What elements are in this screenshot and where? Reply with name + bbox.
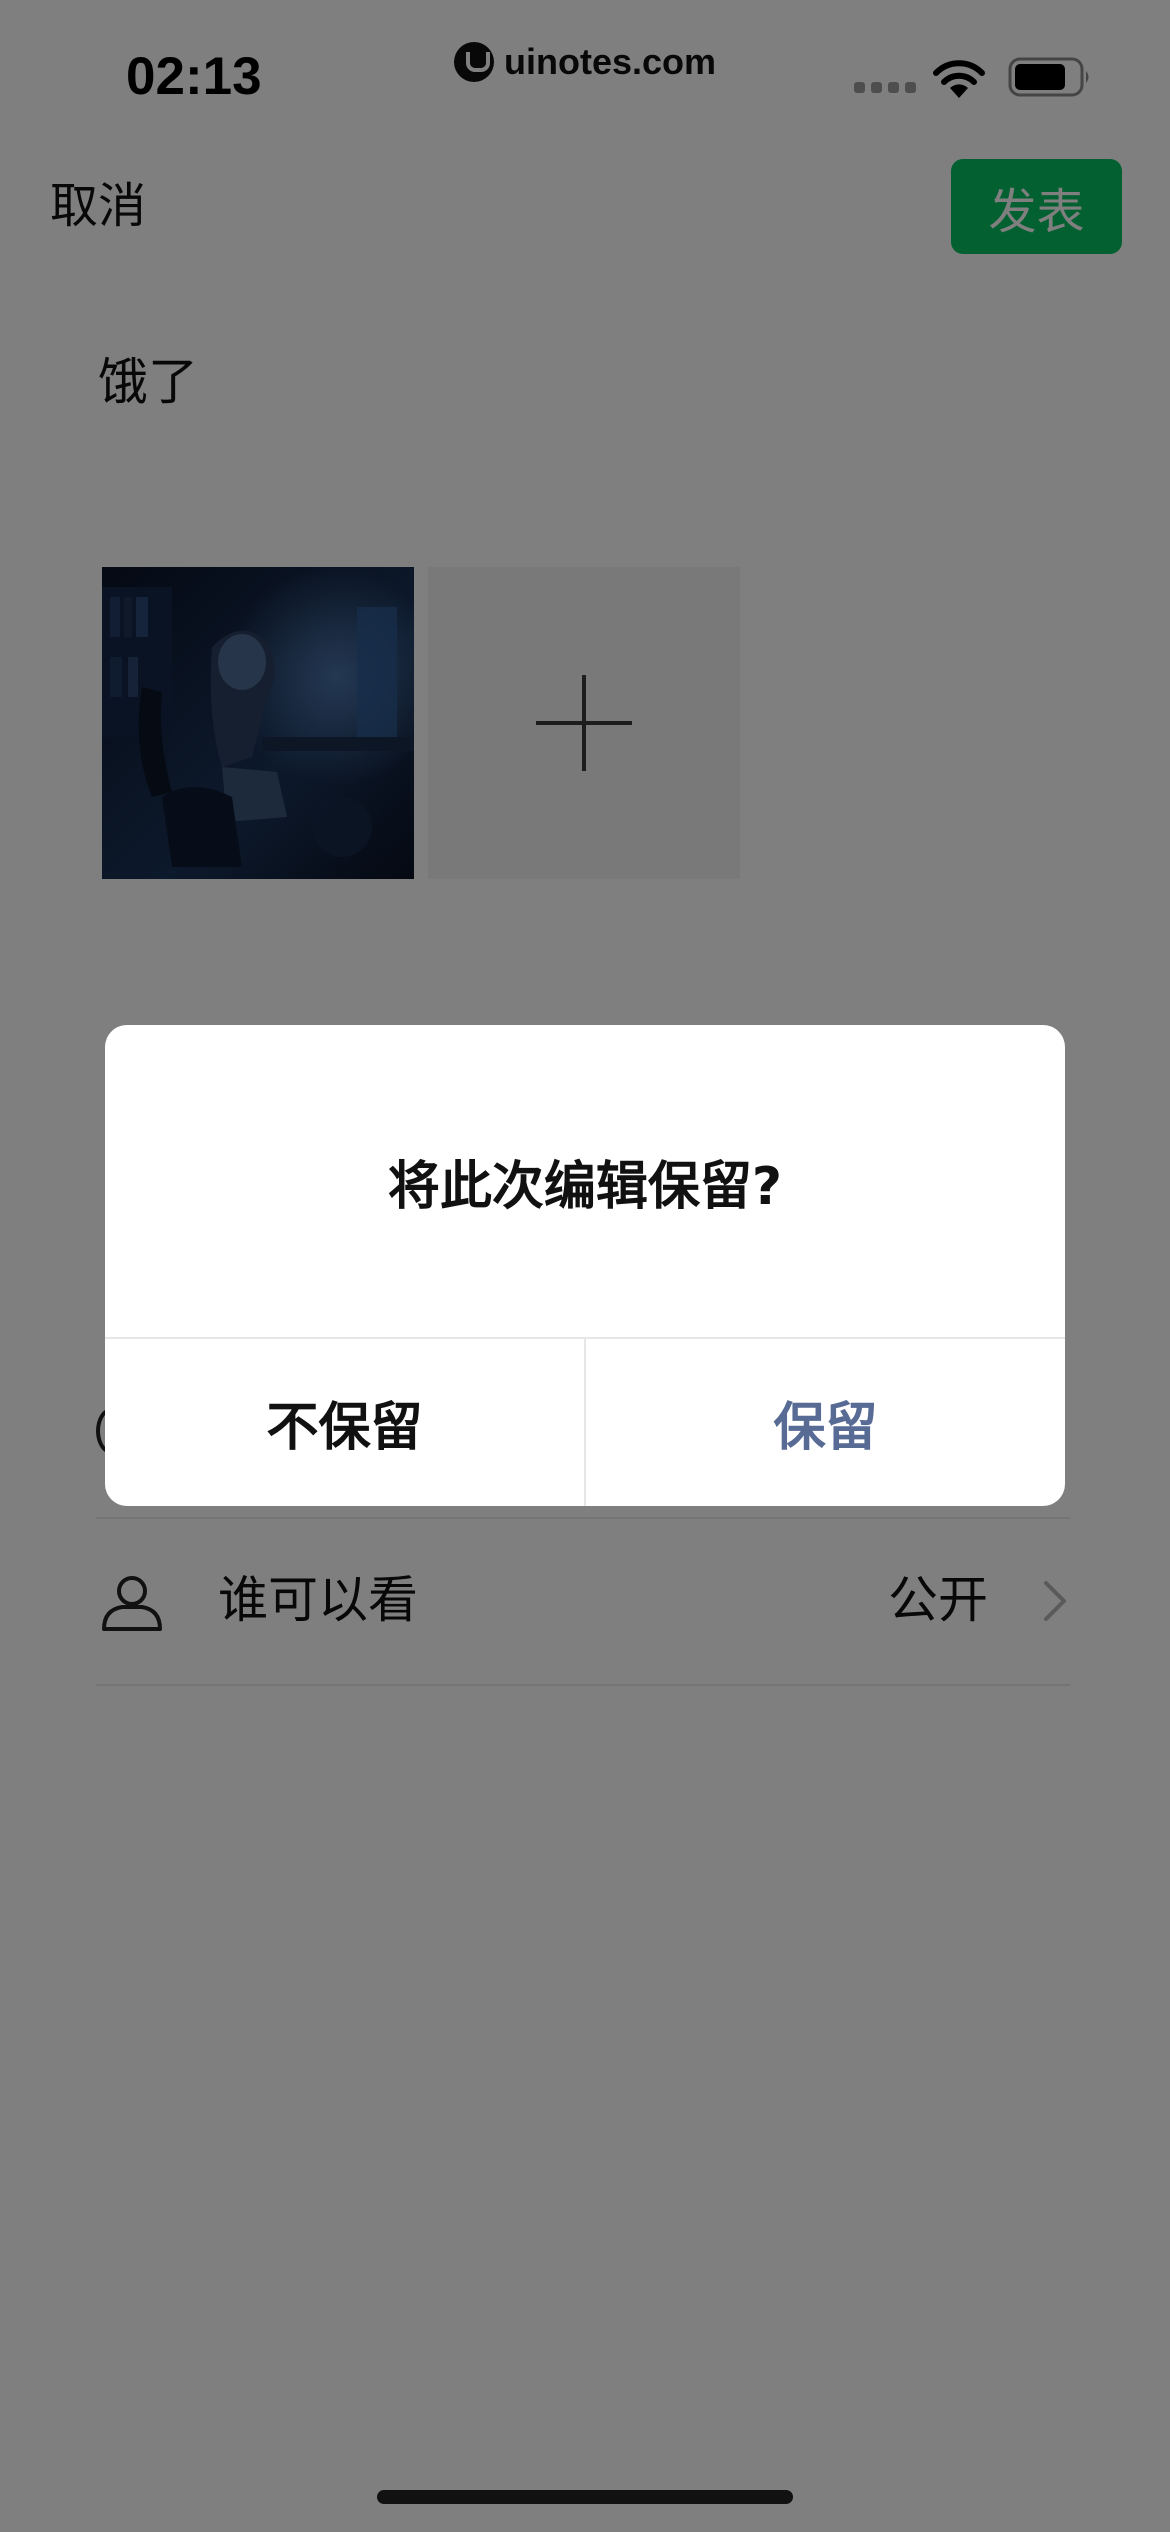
keep-button[interactable]: 保留	[586, 1339, 1065, 1506]
dialog-title: 将此次编辑保留?	[387, 1156, 783, 1217]
discard-button[interactable]: 不保留	[105, 1339, 584, 1506]
home-indicator[interactable]	[377, 2490, 793, 2504]
keep-edit-dialog: 将此次编辑保留? 不保留 保留	[105, 1025, 1065, 1506]
